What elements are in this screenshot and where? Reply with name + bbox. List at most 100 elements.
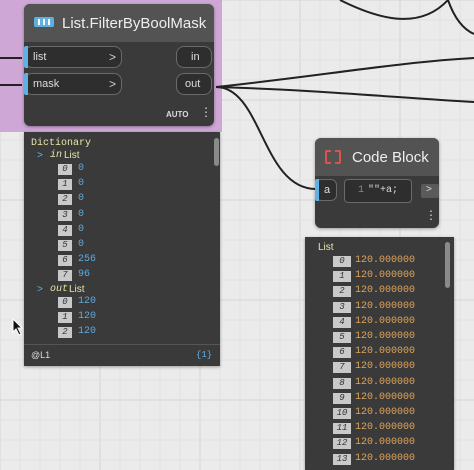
code-list-row: 10 120.000000	[305, 407, 445, 420]
list-index-badge: 2	[58, 327, 72, 339]
port-label: a	[324, 184, 331, 196]
code-list-row: 2 120.000000	[305, 285, 445, 298]
list-value: 96	[78, 269, 91, 281]
port-label: out	[185, 78, 201, 90]
code-preview-bubble[interactable]: List 0 120.000000 1 120.000000 2 120.000000 3 1…	[305, 237, 454, 470]
code-list-row: 3 120.000000	[305, 301, 445, 314]
node-title: List.FilterByBoolMask	[62, 15, 207, 32]
port-label: mask	[33, 78, 60, 90]
list-value: 120.000000	[355, 407, 416, 418]
list-index-badge: 10	[333, 408, 351, 419]
list-value: 120.000000	[355, 331, 416, 342]
in-key-label: in	[50, 150, 63, 161]
code-list-row: 0 120.000000	[305, 255, 445, 268]
list-value: 120.000000	[355, 422, 416, 434]
node-header[interactable]: Code Block	[315, 138, 439, 176]
list-index-badge: 3	[58, 209, 72, 221]
port-label: list	[33, 51, 47, 63]
list-index-badge: 5	[58, 240, 72, 251]
list-index-badge: 1	[333, 271, 351, 283]
list-value: 0	[78, 239, 85, 250]
in-list-row: 20	[24, 193, 164, 206]
node-title: Code Block	[352, 149, 429, 166]
list-index-badge: 12	[333, 438, 351, 450]
list-index-badge: 5	[333, 332, 351, 343]
in-type-label: List	[64, 150, 80, 161]
in-list-row: 00	[24, 163, 164, 176]
list-value: 120.000000	[355, 452, 416, 464]
list-index-badge: 6	[333, 347, 351, 359]
list-index-badge: 1	[58, 312, 72, 324]
list-value: 0	[78, 178, 85, 190]
in-list-row: 10	[24, 178, 164, 191]
list-value: 120.000000	[355, 270, 416, 282]
code-block-icon	[325, 150, 341, 164]
lacing-label[interactable]: AUTO	[166, 110, 189, 119]
mouse-cursor-icon	[12, 318, 24, 336]
list-value: 120.000000	[355, 285, 416, 297]
output-port-out[interactable]: out	[176, 73, 212, 95]
output-port-button[interactable]: >	[421, 184, 439, 198]
list-value: 120.000000	[355, 346, 416, 358]
line-number: 1	[358, 185, 365, 196]
list-index-badge: 2	[333, 286, 351, 298]
out-list-row: 2 120	[24, 326, 164, 339]
input-port-list[interactable]: list >	[24, 46, 122, 68]
preview-scrollbar[interactable]	[214, 138, 219, 166]
list-index-badge: 4	[58, 224, 72, 236]
list-icon	[34, 17, 54, 27]
list-value: 0	[78, 163, 85, 174]
port-indicator	[24, 73, 28, 95]
expand-in-icon[interactable]: >	[37, 151, 43, 162]
code-editor[interactable]: 1 ""+a;	[344, 179, 412, 203]
preview-scrollbar[interactable]	[445, 242, 450, 288]
chevron-right-icon: >	[108, 50, 116, 64]
expand-out-icon[interactable]: >	[37, 285, 43, 296]
code-list-row: 9 120.000000	[305, 392, 445, 405]
list-index-badge: 7	[58, 270, 72, 282]
list-index-badge: 0	[333, 256, 351, 267]
list-value: 0	[78, 193, 85, 205]
in-list-row: 40	[24, 224, 164, 237]
node-menu-icon[interactable]: ⋮	[200, 105, 212, 119]
list-index-badge: 2	[58, 194, 72, 206]
code-block-node[interactable]: Code Block a 1 ""+a; > ⋮	[315, 138, 439, 228]
input-port-mask[interactable]: mask >	[24, 73, 122, 95]
code-list-row: 11 120.000000	[305, 422, 445, 435]
chevron-right-icon: >	[426, 184, 432, 195]
list-value: 120.000000	[355, 255, 416, 266]
list-index-badge: 7	[333, 362, 351, 374]
port-label: in	[191, 51, 200, 63]
preview-root-label: List	[318, 242, 334, 253]
filter-by-bool-mask-node[interactable]: List.FilterByBoolMask list > mask > in o…	[24, 4, 214, 126]
list-value: 120.000000	[355, 391, 416, 403]
filter-preview-bubble[interactable]: Dictionary > in List 0 0 1 0 2 0 3 0 4 0 5 0 6 256 7 96…	[24, 132, 220, 366]
in-list-row: 50	[24, 239, 164, 252]
list-value: 120	[78, 326, 97, 338]
list-index-badge: 9	[333, 392, 351, 404]
code-list-row: 1 120.000000	[305, 270, 445, 283]
code-list-row: 13 120.000000	[305, 453, 445, 466]
out-list-row: 1 120	[24, 311, 164, 324]
list-value: 120.000000	[355, 300, 416, 312]
list-index-badge: 13	[333, 453, 351, 465]
port-indicator	[315, 179, 319, 201]
in-list-row: 6 256	[24, 254, 164, 267]
list-index-badge: 11	[333, 423, 351, 435]
code-list-row: 7 120.000000	[305, 361, 445, 374]
list-index-badge: 8	[333, 377, 351, 389]
list-value: 120	[78, 311, 97, 323]
output-port-in[interactable]: in	[176, 46, 212, 68]
code-list-row: 4 120.000000	[305, 316, 445, 329]
list-value: 120.000000	[355, 315, 416, 327]
preview-footer-divider	[24, 344, 220, 345]
input-port-a[interactable]: a	[315, 179, 337, 201]
list-value: 120.000000	[355, 376, 416, 388]
code-text[interactable]: ""+a;	[368, 185, 398, 196]
list-value: 120.000000	[355, 437, 416, 449]
list-index-badge: 0	[58, 164, 72, 175]
node-menu-icon[interactable]: ⋮	[425, 208, 437, 222]
list-index-badge: 4	[333, 316, 351, 328]
code-list-row: 8 120.000000	[305, 377, 445, 390]
node-header[interactable]: List.FilterByBoolMask	[24, 4, 214, 42]
